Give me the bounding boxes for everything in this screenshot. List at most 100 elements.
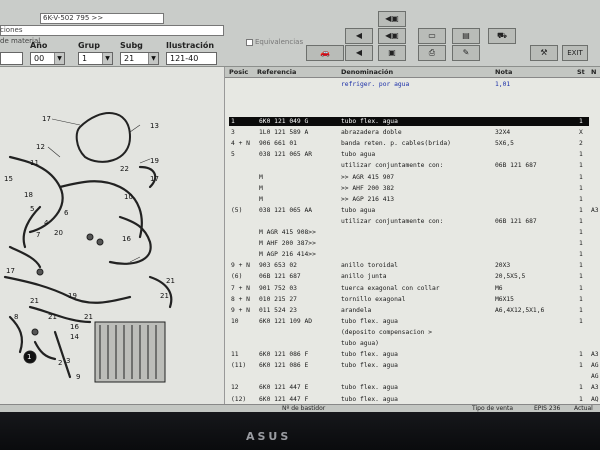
table-row[interactable]: (deposito compensacion > (225, 328, 600, 338)
col-n[interactable]: N (591, 68, 596, 76)
table-row[interactable]: 10 6K0 121 109 AD tubo flex. agua 1 (225, 317, 600, 327)
table-row[interactable]: M AGR 415 908>> 1 (225, 228, 600, 238)
referencia-cell: 6K0 121 086 F (259, 351, 309, 359)
table-row[interactable]: 3 1L0 121 589 A abrazadera doble 32X4 X (225, 128, 600, 138)
grup-select[interactable]: 1 ▼ (78, 52, 113, 65)
car-icon[interactable]: 🚗 (306, 45, 344, 61)
callout-10[interactable]: 10 (124, 193, 133, 201)
table-row[interactable]: (11) 6K0 121 086 E tubo flex. agua 1 AG (225, 361, 600, 371)
table-row[interactable]: tubo agua) (225, 339, 600, 349)
table-row[interactable]: 4 + N 906 661 01 banda reten. p. cables(br… (225, 139, 600, 149)
denominacion-cell: >> AGP 216 413 (341, 195, 395, 203)
printer-icon[interactable]: ⎙ (418, 45, 446, 61)
callout-21e[interactable]: 21 (30, 297, 39, 305)
callout-22[interactable]: 22 (120, 165, 129, 173)
model-code-field[interactable]: 6K-V-502 795 >> (40, 13, 164, 24)
left-arrow-button-2[interactable]: ◀ (345, 45, 373, 61)
chevron-down-icon[interactable]: ▼ (54, 53, 64, 64)
callout-1[interactable]: 1 (27, 353, 31, 361)
folder-icon[interactable]: ▭ (418, 28, 446, 44)
table-row[interactable]: AG (225, 372, 600, 382)
table-row[interactable]: 5 038 121 065 AR tubo agua 1 (225, 150, 600, 160)
callout-17[interactable]: 17 (42, 115, 51, 123)
callout-14[interactable]: 14 (70, 333, 79, 341)
callout-5[interactable]: 5 (30, 205, 34, 213)
callout-21[interactable]: 21 (166, 277, 175, 285)
callout-16[interactable]: 16 (122, 235, 131, 243)
callout-21b[interactable]: 21 (160, 292, 169, 300)
chevron-down-icon[interactable]: ▼ (148, 53, 158, 64)
nav-first-button[interactable]: ◀▣ (378, 11, 406, 27)
callout-8[interactable]: 8 (14, 313, 18, 321)
equivalencias-checkbox[interactable]: Equivalencias (246, 38, 303, 46)
table-row[interactable]: 9 + N 011 524 23 arandela A6,4X12,5X1,6 1 (225, 306, 600, 316)
table-row[interactable]: M AHF 200 387>> 1 (225, 239, 600, 249)
nav-back-button[interactable]: ▣ (378, 45, 406, 61)
callout-7[interactable]: 7 (36, 231, 40, 239)
callout-3[interactable]: 3 (66, 357, 70, 365)
callout-2[interactable]: 2 (58, 359, 62, 367)
nav-prev-button[interactable]: ◀▣ (378, 28, 406, 44)
callout-21d[interactable]: 21 (84, 313, 93, 321)
denominacion-cell: tubo flex. agua (341, 351, 398, 359)
table-row[interactable]: (12) 6K0 121 447 F tubo flex. agua 1 AQ (225, 395, 600, 405)
table-row[interactable]: 7 + N 901 752 03 tuerca exagonal con colla… (225, 284, 600, 294)
col-st[interactable]: St (577, 68, 585, 76)
callout-21c[interactable]: 21 (48, 313, 57, 321)
callout-17c[interactable]: 17 (150, 175, 159, 183)
ilustracion-label: Ilustración (166, 41, 215, 50)
callout-11[interactable]: 11 (30, 159, 39, 167)
col-denominacion[interactable]: Denominación (341, 68, 393, 76)
callout-13[interactable]: 13 (150, 122, 159, 130)
callout-20[interactable]: 20 (54, 229, 63, 237)
referencia-cell: 903 653 02 (259, 262, 297, 270)
table-row[interactable]: 11 6K0 121 086 F tubo flex. agua 1 A3 (225, 350, 600, 360)
callout-16b[interactable]: 16 (70, 323, 79, 331)
callout-6[interactable]: 6 (64, 209, 68, 217)
table-row[interactable]: utilizar conjuntamente con: 06B 121 687 1 (225, 161, 600, 171)
description-field[interactable] (0, 25, 224, 36)
table-row[interactable]: M >> AGP 216 413 1 (225, 195, 600, 205)
callout-19[interactable]: 19 (150, 157, 159, 165)
ano-select[interactable]: 00 ▼ (30, 52, 65, 65)
callout-9[interactable]: 9 (76, 373, 80, 381)
callout-15[interactable]: 15 (4, 175, 13, 183)
callout-12[interactable]: 12 (36, 143, 45, 151)
table-row[interactable]: 8 + N 010 215 27 tornillo exagonal M6X15 1 (225, 295, 600, 305)
callout-17b[interactable]: 17 (6, 267, 15, 275)
table-row[interactable]: M AGP 216 414>> 1 (225, 250, 600, 260)
col-posic[interactable]: Posic (229, 68, 248, 76)
col-nota[interactable]: Nota (495, 68, 512, 76)
pencil-icon[interactable]: ✎ (452, 45, 480, 61)
equivalencias-label: Equivalencias (255, 38, 304, 46)
left-arrow-button[interactable]: ◀ (345, 28, 373, 44)
st-cell: 1 (579, 217, 583, 225)
table-row[interactable]: utilizar conjuntamente con: 06B 121 687 1 (225, 217, 600, 227)
exit-button[interactable]: EXIT (562, 45, 588, 61)
st-cell: 2 (579, 140, 583, 148)
denominacion-cell: anillo toroidal (341, 262, 398, 270)
callout-18[interactable]: 18 (24, 191, 33, 199)
table-row[interactable]: 9 + N 903 653 02 anillo toroidal 20X3 1 (225, 261, 600, 271)
chevron-down-icon[interactable]: ▼ (102, 53, 112, 64)
table-row[interactable]: 12 6K0 121 447 E tubo flex. agua 1 A3 (225, 383, 600, 393)
col-referencia[interactable]: Referencia (257, 68, 296, 76)
table-row[interactable]: M >> AGR 415 907 1 (225, 173, 600, 183)
checkbox-box[interactable] (246, 38, 253, 46)
st-cell: 1 (579, 362, 583, 370)
referencia-cell: 038 121 065 AR (259, 151, 313, 159)
tools-icon[interactable]: ⚒ (530, 45, 558, 61)
truck-icon[interactable]: ⛟ (488, 28, 516, 44)
table-row[interactable]: (5) 038 121 065 AA tubo agua 1 A3 (225, 206, 600, 216)
denominacion-cell: tubo flex. agua (341, 384, 398, 392)
ilustracion-select[interactable]: 121-40 (166, 52, 217, 65)
callout-19b[interactable]: 19 (68, 292, 77, 300)
left-select[interactable] (0, 52, 23, 65)
callout-4[interactable]: 4 (44, 219, 48, 227)
subg-select[interactable]: 21 ▼ (120, 52, 159, 65)
table-row[interactable]: M >> AHF 200 382 1 (225, 184, 600, 194)
document-icon[interactable]: ▤ (452, 28, 480, 44)
table-row[interactable]: 1 6K0 121 049 G tubo flex. agua 1 (225, 117, 600, 127)
pos-cell: 3 (231, 129, 235, 137)
table-row[interactable]: (6) 06B 121 687 anillo junta 20,5X5,5 1 (225, 272, 600, 282)
